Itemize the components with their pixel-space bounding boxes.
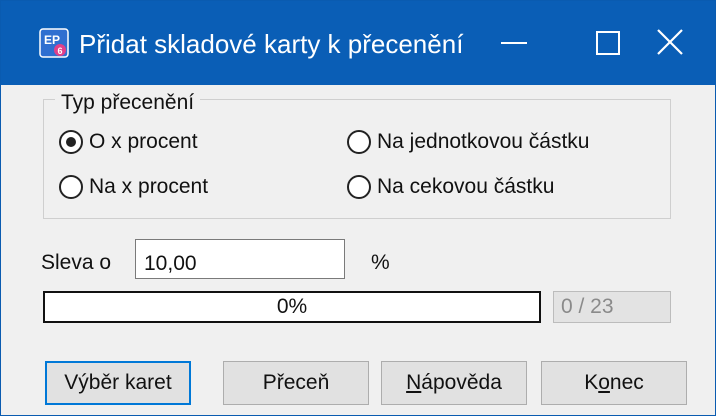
discount-label: Sleva o — [41, 251, 112, 274]
end-label-rest: nec — [609, 371, 644, 394]
discount-input[interactable]: 10,00 — [135, 239, 345, 279]
select-cards-button[interactable]: Výběr karet — [45, 361, 191, 405]
radio-unchecked-icon — [347, 175, 371, 199]
radio-unchecked-icon — [59, 175, 83, 199]
minimize-icon — [501, 42, 527, 44]
radio-label: Na cekovou částku — [377, 175, 555, 198]
title-bar[interactable]: EP 6 Přidat skladové karty k přecenění — [1, 1, 715, 85]
reprice-button[interactable]: Přeceň — [223, 361, 369, 405]
repricing-type-title: Typ přecenění — [55, 91, 201, 115]
radio-label: O x procent — [89, 130, 198, 153]
radio-checked-icon — [59, 130, 83, 154]
radio-total-amount[interactable]: Na cekovou částku — [347, 173, 554, 201]
minimize-button[interactable] — [469, 1, 561, 85]
repricing-type-group — [43, 99, 671, 219]
radio-unit-amount[interactable]: Na jednotkovou částku — [347, 128, 589, 156]
end-button[interactable]: Konec — [541, 361, 687, 405]
help-label: ápověda — [421, 371, 502, 394]
radio-unchecked-icon — [347, 130, 371, 154]
percent-unit-label: % — [371, 251, 390, 274]
radio-label: Na jednotkovou částku — [377, 130, 590, 153]
maximize-icon — [596, 31, 620, 55]
progress-percent: 0% — [276, 295, 308, 318]
help-mnemonic: N — [406, 371, 422, 394]
help-button[interactable]: Nápověda — [381, 361, 527, 405]
close-button[interactable] — [623, 1, 715, 85]
progress-counter: 0 / 23 — [553, 291, 671, 323]
radio-to-percent[interactable]: Na x procent — [59, 173, 208, 201]
radio-by-percent[interactable]: O x procent — [59, 128, 198, 156]
end-mnemonic: o — [598, 371, 610, 394]
close-icon — [657, 29, 683, 55]
dialog-window: EP 6 Přidat skladové karty k přecenění T… — [0, 0, 716, 416]
svg-text:6: 6 — [58, 46, 63, 56]
radio-label: Na x procent — [89, 175, 209, 198]
app-ep-icon: EP 6 — [39, 28, 69, 58]
window-title: Přidat skladové karty k přecenění — [79, 29, 464, 59]
progress-bar: 0% — [43, 291, 541, 323]
end-label-start: K — [584, 371, 599, 394]
